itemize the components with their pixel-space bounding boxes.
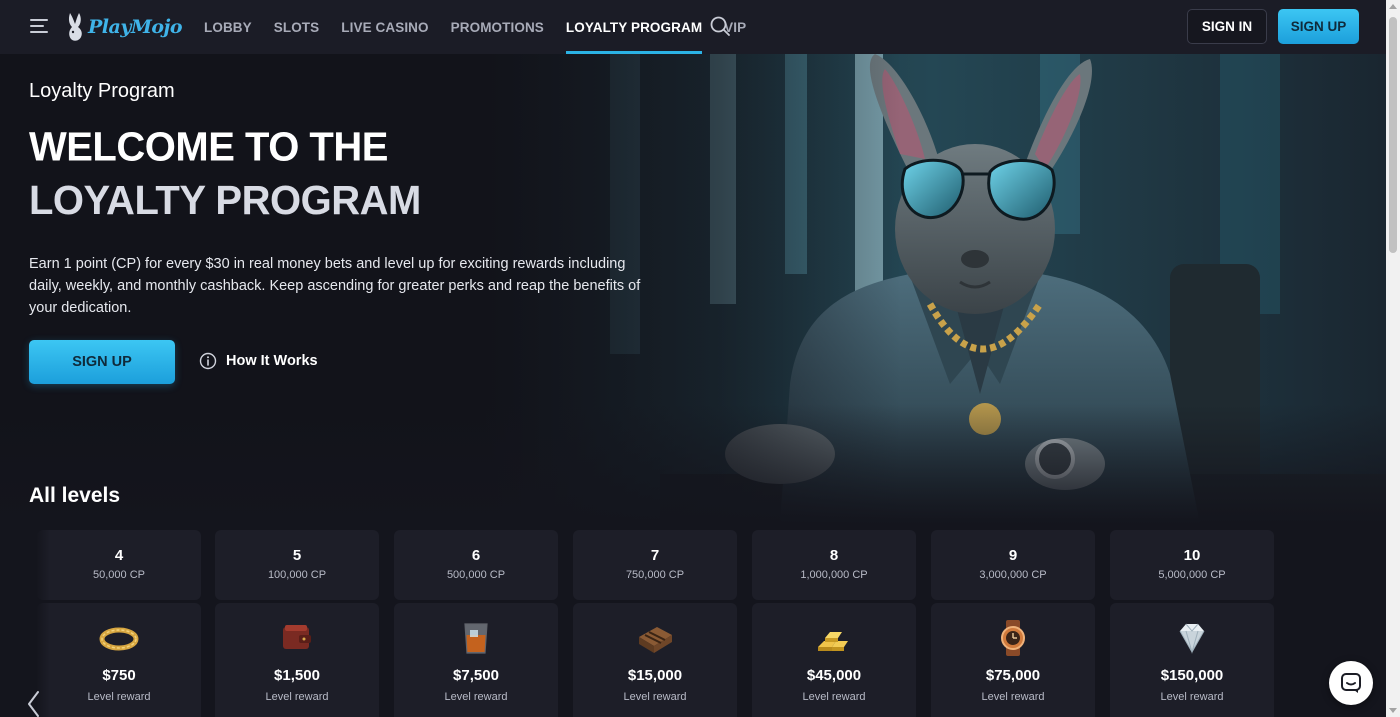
level-reward-box: $45,000 Level reward [752,603,916,717]
level-card-10[interactable]: 10 5,000,000 CP $150,000 Level reward [1110,530,1274,717]
gold-bars-icon [818,632,848,651]
reward-amount: $1,500 [274,667,320,684]
cigar-box-icon [639,627,672,653]
reward-label: Level reward [444,691,508,703]
main-nav: LOBBY SLOTS LIVE CASINO PROMOTIONS LOYAL… [204,0,768,54]
rabbit-logo-icon [68,13,82,41]
level-card-9[interactable]: 9 3,000,000 CP $75,000 Level reward [931,530,1095,717]
scroll-down-arrow-icon[interactable] [1389,708,1397,713]
level-number: 10 [1183,547,1201,564]
level-card-4[interactable]: 4 50,000 CP $750 Level reward [37,530,201,717]
hero-description: Earn 1 point (CP) for every $30 in real … [29,256,641,316]
reward-label: Level reward [981,691,1045,703]
hero-sign-up-button[interactable]: SIGN UP [29,340,175,384]
carousel-prev-arrow-icon[interactable] [25,690,41,717]
page-subtitle: Loyalty Program [29,80,175,102]
reward-amount: $750 [102,667,136,684]
reward-amount: $45,000 [806,667,862,684]
reward-amount: $150,000 [1160,667,1224,684]
hamburger-menu-icon[interactable] [30,18,50,34]
how-it-works-link[interactable]: How It Works [199,352,318,370]
nav-slots[interactable]: SLOTS [274,0,320,54]
watch-icon [1001,620,1025,656]
level-cp-requirement: 100,000 CP [267,569,327,581]
logo-text: PlayMojo [88,16,183,38]
level-reward-box: $75,000 Level reward [931,603,1095,717]
bracelet-icon [99,627,139,651]
level-cp-requirement: 50,000 CP [93,569,145,581]
live-chat-button[interactable] [1329,661,1373,705]
level-header: 8 1,000,000 CP [752,530,916,600]
playmojo-logo[interactable]: PlayMojo [64,10,183,44]
reward-label: Level reward [87,691,151,703]
level-reward-box: $15,000 Level reward [573,603,737,717]
level-header: 6 500,000 CP [394,530,558,600]
level-header: 5 100,000 CP [215,530,379,600]
level-card-6[interactable]: 6 500,000 CP $7,500 Level reward [394,530,558,717]
search-icon[interactable] [709,15,731,37]
levels-carousel[interactable]: 4 50,000 CP $750 Level reward 5 100,000 … [36,530,1276,717]
info-icon [199,352,217,370]
level-number: 9 [1008,547,1018,564]
sign-up-button[interactable]: SIGN UP [1278,9,1359,44]
scrollbar-thumb[interactable] [1389,17,1397,253]
page-title: WELCOME TO THE LOYALTY PROGRAM [29,121,421,227]
nav-promotions[interactable]: PROMOTIONS [451,0,544,54]
nav-live-casino[interactable]: LIVE CASINO [341,0,428,54]
reward-label: Level reward [802,691,866,703]
level-number: 5 [292,547,302,564]
level-cp-requirement: 5,000,000 CP [1158,569,1226,581]
reward-amount: $7,500 [453,667,499,684]
how-it-works-label: How It Works [226,353,318,369]
diamond-icon [1179,623,1205,654]
level-header: 7 750,000 CP [573,530,737,600]
page-scrollbar[interactable] [1386,0,1400,717]
scroll-up-arrow-icon[interactable] [1389,4,1397,9]
reward-amount: $15,000 [627,667,683,684]
level-number: 4 [114,547,124,564]
level-cp-requirement: 750,000 CP [625,569,685,581]
level-cp-requirement: 500,000 CP [446,569,506,581]
level-number: 6 [471,547,481,564]
wallet-icon [283,625,311,649]
level-cp-requirement: 3,000,000 CP [979,569,1047,581]
chat-icon [1341,673,1361,693]
level-reward-box: $750 Level reward [37,603,201,717]
hero-banner: Loyalty Program WELCOME TO THE LOYALTY P… [0,54,1386,524]
level-reward-box: $150,000 Level reward [1110,603,1274,717]
whiskey-glass-icon [464,623,488,654]
level-number: 7 [650,547,660,564]
nav-lobby[interactable]: LOBBY [204,0,252,54]
carousel-left-fade [36,530,50,717]
level-header: 4 50,000 CP [37,530,201,600]
hero-bottom-fade [0,404,1386,524]
hero-title-line-1: WELCOME TO THE [29,125,388,170]
all-levels-heading: All levels [29,484,121,507]
level-card-5[interactable]: 5 100,000 CP $1,500 Level reward [215,530,379,717]
hero-title-line-2: LOYALTY PROGRAM [29,178,421,223]
reward-amount: $75,000 [985,667,1041,684]
nav-loyalty-program[interactable]: LOYALTY PROGRAM [565,0,703,54]
level-number: 8 [829,547,839,564]
level-header: 9 3,000,000 CP [931,530,1095,600]
level-reward-box: $7,500 Level reward [394,603,558,717]
reward-label: Level reward [265,691,329,703]
reward-label: Level reward [1160,691,1224,703]
level-card-8[interactable]: 8 1,000,000 CP $45,000 Level reward [752,530,916,717]
level-cp-requirement: 1,000,000 CP [800,569,868,581]
level-reward-box: $1,500 Level reward [215,603,379,717]
level-header: 10 5,000,000 CP [1110,530,1274,600]
top-header: PlayMojo LOBBY SLOTS LIVE CASINO PROMOTI… [0,0,1386,54]
sign-in-button[interactable]: SIGN IN [1187,9,1267,44]
level-card-7[interactable]: 7 750,000 CP $15,000 Level reward [573,530,737,717]
reward-label: Level reward [623,691,687,703]
